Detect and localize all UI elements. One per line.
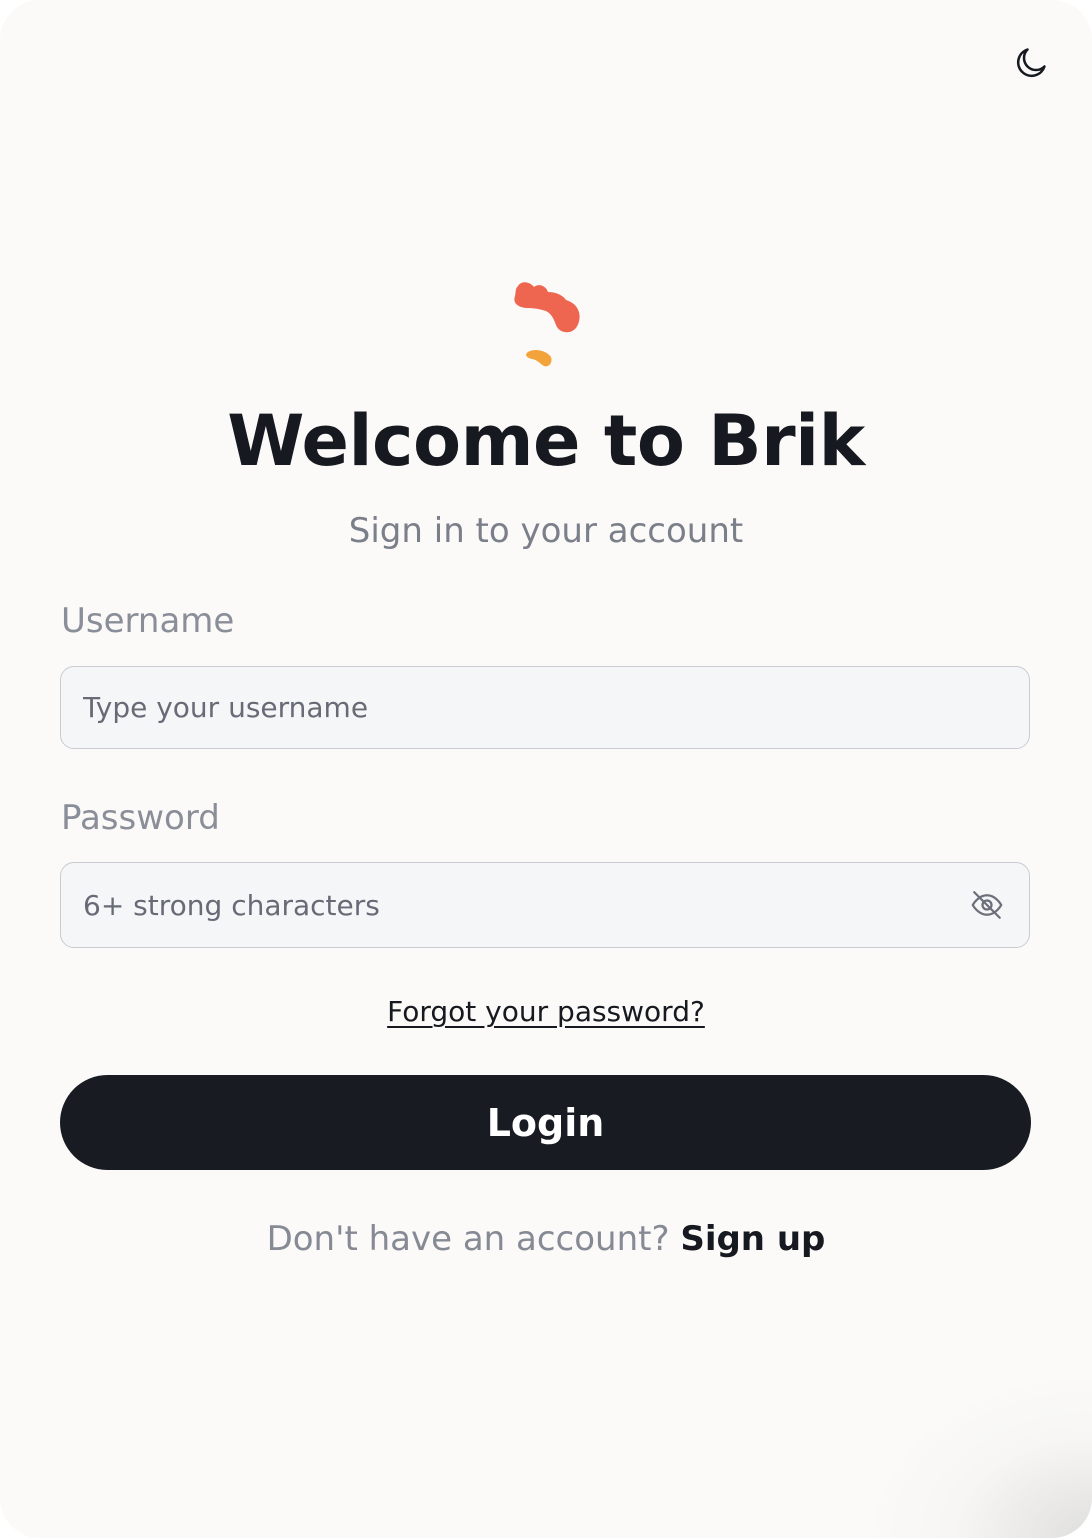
login-button[interactable]: Login [60,1075,1031,1170]
username-label: Username [61,601,235,641]
moon-icon [1016,48,1046,78]
page-subtitle: Sign in to your account [348,511,744,551]
corner-shadow [872,1378,1092,1538]
page-title: Welcome to Brik [227,400,865,482]
password-label: Password [61,798,220,838]
signup-prompt-text: Don't have an account? [266,1219,681,1259]
username-input[interactable] [83,667,943,748]
login-screen: Welcome to Brik Sign in to your account … [0,0,1092,1538]
forgot-password-row: Forgot your password? [0,992,1092,1032]
signup-link[interactable]: Sign up [680,1219,825,1259]
username-field-container [60,666,1030,749]
signup-prompt: Don't have an account? Sign up [0,1216,1092,1262]
theme-toggle-button[interactable] [1008,40,1054,86]
password-input[interactable] [83,863,943,947]
password-field-container [60,862,1030,948]
forgot-password-link[interactable]: Forgot your password? [387,995,705,1028]
brik-logo [514,282,580,367]
eye-off-icon[interactable] [969,887,1005,923]
